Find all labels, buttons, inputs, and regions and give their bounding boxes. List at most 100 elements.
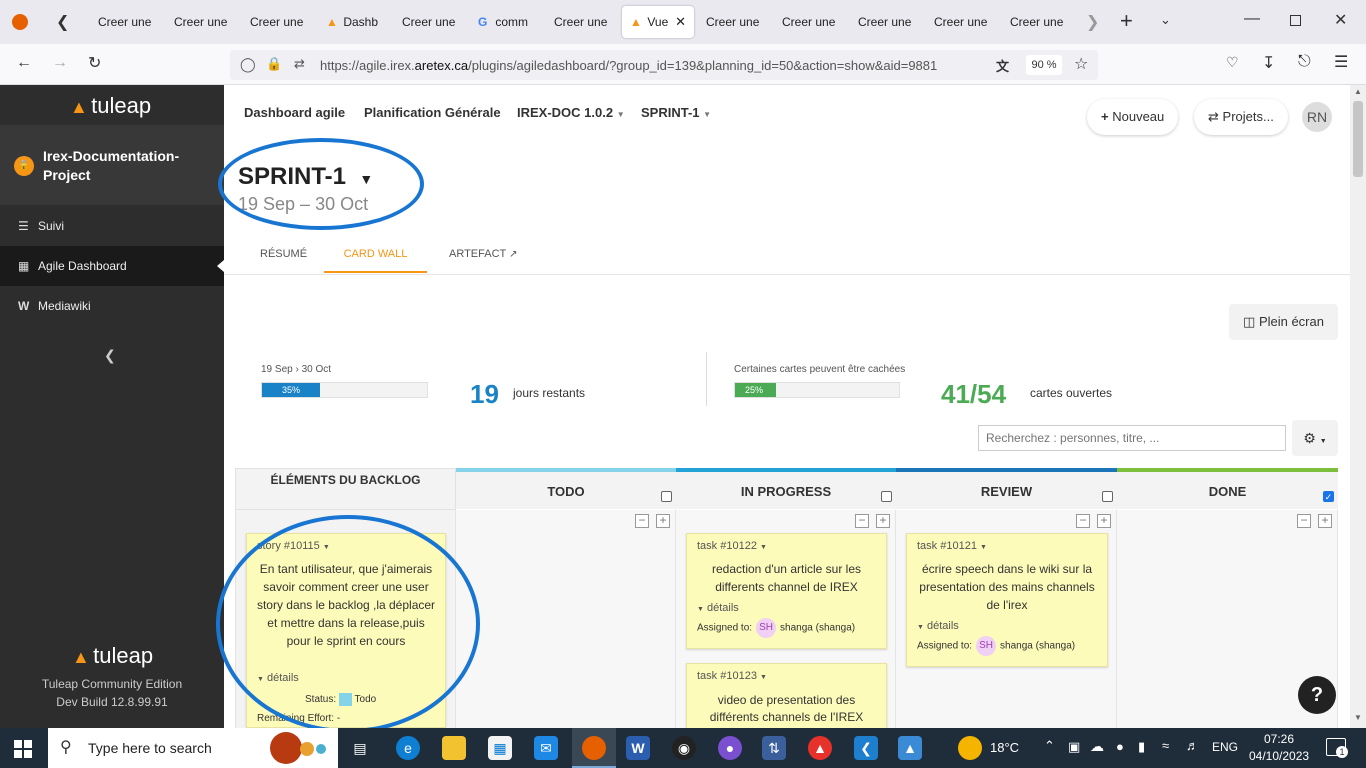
pocket-icon[interactable]: ♡ [1226, 54, 1239, 71]
inprogress-collapse-minus-icon[interactable]: − [855, 514, 869, 528]
browser-tab-active[interactable]: ▲ Vue ✕ [622, 6, 694, 38]
close-tab-icon[interactable]: ✕ [675, 6, 686, 38]
shield-icon[interactable]: ◯ [240, 56, 256, 73]
tab-scroll-left-icon[interactable]: ❮ [56, 12, 69, 32]
bookmark-star-icon[interactable]: ☆ [1074, 54, 1088, 74]
task-card[interactable]: task #10121 ▼ écrire speech dans le wiki… [906, 533, 1108, 667]
browser-tab[interactable]: Creer une [774, 6, 850, 38]
file-explorer-icon[interactable] [442, 736, 466, 760]
permissions-icon[interactable]: ⇄ [294, 56, 305, 72]
zoom-level[interactable]: 90 % [1026, 55, 1062, 75]
card-id[interactable]: task #10123 ▼ [697, 670, 767, 682]
tab-scroll-right-icon[interactable]: ❯ [1086, 12, 1099, 32]
collapse-sidebar-icon[interactable]: ❮ [104, 347, 116, 364]
breadcrumb-release[interactable]: IREX-DOC 1.0.2 ▼ [517, 105, 625, 120]
browser-tab[interactable]: Creer une [90, 6, 166, 38]
card-id[interactable]: task #10121 ▼ [917, 540, 987, 552]
review-collapse-checkbox[interactable] [1102, 491, 1113, 502]
edge-icon[interactable]: e [396, 736, 420, 760]
forward-icon[interactable]: → [52, 54, 68, 72]
browser-tab[interactable]: Creer une [1002, 6, 1078, 38]
task-view-icon[interactable]: ▤ [348, 736, 372, 760]
help-button[interactable]: ? [1298, 676, 1336, 714]
scrollbar-thumb[interactable] [1353, 101, 1363, 177]
sidebar-item-suivi[interactable]: ☰ Suivi [0, 206, 224, 246]
paint-icon[interactable]: ● [718, 736, 742, 760]
inprogress-expand-plus-icon[interactable]: + [876, 514, 890, 528]
browser-tab[interactable]: Creer une [166, 6, 242, 38]
review-collapse-minus-icon[interactable]: − [1076, 514, 1090, 528]
fullscreen-button[interactable]: ◫ Plein écran [1229, 304, 1338, 340]
menu-icon[interactable]: ☰ [1334, 52, 1348, 72]
tab-resume[interactable]: RÉSUMÉ [260, 247, 307, 275]
tray-time[interactable]: 07:26 [1264, 732, 1294, 746]
search-input[interactable] [978, 425, 1286, 451]
new-tab-icon[interactable]: + [1120, 8, 1133, 34]
tray-wifi-icon[interactable]: ≈ [1162, 738, 1169, 753]
card-details-toggle[interactable]: ▼ détails [257, 672, 299, 684]
store-icon[interactable]: ▦ [488, 736, 512, 760]
breadcrumb-planification[interactable]: Planification Générale [364, 105, 501, 120]
card-id[interactable]: task #10122 ▼ [697, 540, 767, 552]
breadcrumb-dashboard[interactable]: Dashboard agile [244, 105, 345, 120]
photos-icon[interactable]: ▲ [898, 736, 922, 760]
download-icon[interactable]: ↧ [1262, 53, 1275, 73]
tray-date[interactable]: 04/10/2023 [1249, 749, 1309, 763]
breadcrumb-sprint[interactable]: SPRINT-1 ▼ [641, 105, 711, 120]
browser-tab[interactable]: Creer une [926, 6, 1002, 38]
sprint-title[interactable]: SPRINT-1 ▼ [238, 163, 373, 191]
avatar[interactable]: RN [1302, 102, 1332, 132]
tab-artefact[interactable]: ARTEFACT ↗ [449, 247, 518, 275]
url-text[interactable]: https://agile.irex.aretex.ca/plugins/agi… [320, 58, 937, 73]
todo-collapse-minus-icon[interactable]: − [635, 514, 649, 528]
browser-tab[interactable]: ▲ Dashb [318, 6, 394, 38]
windows-start-icon[interactable] [14, 740, 32, 758]
done-collapse-minus-icon[interactable]: − [1297, 514, 1311, 528]
anydesk-icon[interactable]: ▲ [808, 736, 832, 760]
task-card[interactable]: task #10123 ▼ video de presentation des … [686, 663, 887, 728]
story-card[interactable]: story #10115 ▼ En tant utilisateur, que … [246, 533, 446, 728]
scroll-down-icon[interactable]: ▼ [1354, 713, 1362, 722]
browser-tab[interactable]: Creer une [850, 6, 926, 38]
caret-down-icon[interactable]: ▼ [359, 171, 373, 187]
scroll-up-icon[interactable]: ▲ [1354, 87, 1362, 96]
tray-cloud-icon[interactable]: ☁ [1090, 738, 1104, 755]
minimize-icon[interactable]: — [1244, 10, 1260, 28]
obs-icon[interactable]: ◉ [672, 736, 696, 760]
restore-icon[interactable] [1290, 15, 1301, 26]
translate-icon[interactable]: 文 [996, 56, 1009, 75]
tray-network-icon[interactable]: ▣ [1068, 739, 1080, 755]
card-details-toggle[interactable]: ▼ détails [917, 620, 959, 632]
git-icon[interactable]: ⇅ [762, 736, 786, 760]
card-details-toggle[interactable]: ▼ détails [697, 602, 739, 614]
close-window-icon[interactable]: ✕ [1334, 10, 1347, 30]
vscode-icon[interactable]: ❮ [854, 736, 878, 760]
word-icon[interactable]: W [626, 736, 650, 760]
mail-icon[interactable]: ✉ [534, 736, 558, 760]
weather-temperature[interactable]: 18°C [990, 740, 1019, 755]
tray-chevron-icon[interactable]: ⌃ [1044, 738, 1055, 754]
back-icon[interactable]: ← [16, 54, 32, 72]
tray-language[interactable]: ENG [1212, 740, 1238, 754]
address-bar[interactable]: ◯ 🔒 ⇄ https://agile.irex.aretex.ca/plugi… [230, 50, 1098, 80]
done-expand-plus-icon[interactable]: + [1318, 514, 1332, 528]
inprogress-collapse-checkbox[interactable] [881, 491, 892, 502]
tuleap-logo[interactable]: ▲ tuleap [70, 93, 151, 121]
tray-battery-icon[interactable]: ▮ [1138, 739, 1145, 755]
todo-collapse-checkbox[interactable] [661, 491, 672, 502]
lock-icon[interactable]: 🔒 [266, 56, 282, 72]
card-id[interactable]: story #10115 ▼ [257, 540, 330, 552]
taskbar-search[interactable]: ⚲ Type here to search [48, 728, 338, 768]
projects-button[interactable]: ⇄ Projets... [1194, 99, 1288, 135]
task-card[interactable]: task #10122 ▼ redaction d'un article sur… [686, 533, 887, 649]
review-expand-plus-icon[interactable]: + [1097, 514, 1111, 528]
page-scrollbar[interactable]: ▲ ▼ [1350, 85, 1366, 728]
tray-mic-icon[interactable]: ● [1116, 739, 1124, 754]
reload-icon[interactable]: ↻ [88, 53, 101, 73]
weather-icon[interactable] [958, 736, 982, 760]
firefox-taskbar-active[interactable] [572, 728, 616, 768]
done-collapse-checkbox[interactable]: ✓ [1323, 491, 1334, 502]
list-tabs-icon[interactable]: ⌄ [1160, 12, 1171, 28]
browser-tab[interactable]: G comm [470, 6, 546, 38]
tray-volume-icon[interactable]: ♬ [1186, 738, 1199, 753]
